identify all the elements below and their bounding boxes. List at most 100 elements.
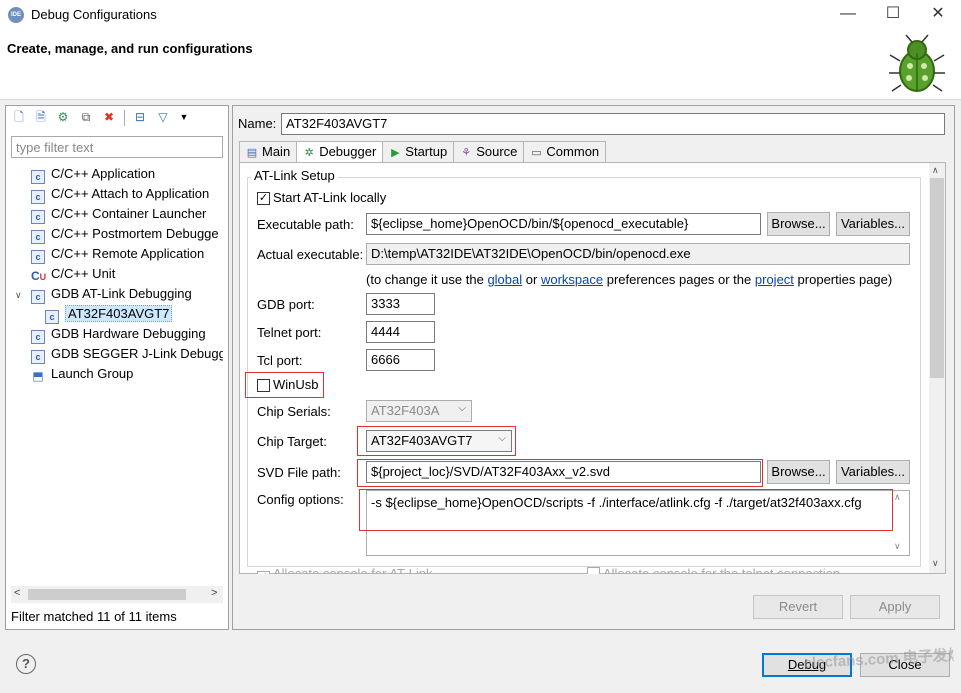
scroll-right-icon[interactable]: >: [211, 587, 217, 599]
chip-target-label: Chip Target:: [257, 434, 327, 449]
tab-main[interactable]: ▤ Main: [239, 141, 298, 162]
start-locally-checkbox[interactable]: ✓: [257, 192, 270, 205]
svd-path-input[interactable]: ${project_loc}/SVD/AT32F403Axx_v2.svd: [366, 461, 761, 483]
filter-icon[interactable]: ▽: [155, 109, 171, 125]
new-prototype-icon[interactable]: 🗎: [33, 109, 49, 125]
tree-item[interactable]: c GDB SEGGER J-Link Debuggir: [11, 344, 223, 364]
chip-target-select[interactable]: AT32F403AVGT7 ⌵: [366, 430, 512, 452]
common-icon: ▭: [531, 147, 542, 159]
view-menu-icon[interactable]: ▼: [176, 109, 192, 125]
tree-item[interactable]: ∨ c GDB AT-Link Debugging: [11, 284, 223, 304]
variables-exec-button[interactable]: Variables...: [836, 212, 910, 236]
config-options-value: -s ${eclipse_home}OpenOCD/scripts -f ./i…: [371, 495, 862, 510]
filter-input[interactable]: [11, 136, 223, 158]
c-icon: c: [31, 350, 45, 364]
chevron-down-icon: ⌵: [458, 403, 466, 414]
delete-icon[interactable]: ✖: [101, 109, 117, 125]
chevron-up-icon[interactable]: ∧: [894, 492, 901, 503]
svd-label: SVD File path:: [257, 465, 341, 480]
project-link[interactable]: project: [755, 272, 794, 287]
preferences-hint: (to change it use the global or workspac…: [366, 272, 893, 287]
tcl-port-input[interactable]: 6666: [366, 349, 435, 371]
tree-item[interactable]: c C/C++ Postmortem Debugge: [11, 224, 223, 244]
apply-button[interactable]: Apply: [850, 595, 940, 619]
source-icon: ⚘: [461, 147, 472, 159]
gdb-port-input[interactable]: 3333: [366, 293, 435, 315]
chevron-down-icon: ⌵: [498, 433, 506, 444]
tcl-port-label: Tcl port:: [257, 353, 303, 368]
tab-startup[interactable]: ▶ Startup: [382, 141, 455, 162]
c-icon: c: [31, 210, 45, 224]
actual-exec-label: Actual executable:: [257, 247, 364, 262]
new-config-icon[interactable]: 🗋: [11, 109, 27, 125]
window-title: Debug Configurations: [31, 7, 157, 22]
chip-serials-label: Chip Serials:: [257, 404, 331, 419]
main-icon: ▤: [246, 147, 258, 159]
workspace-link[interactable]: workspace: [541, 272, 603, 287]
debugger-icon: ✲: [304, 147, 314, 159]
duplicate-icon[interactable]: ⧉: [78, 109, 94, 125]
dialog-header-title: Create, manage, and run configurations: [7, 41, 253, 56]
scroll-up-icon[interactable]: ∧: [932, 165, 939, 176]
browse-svd-button[interactable]: Browse...: [767, 460, 830, 484]
winusb-label: WinUsb: [273, 377, 319, 392]
alloc-telnet-checkbox[interactable]: [587, 567, 600, 574]
tree-item-selected[interactable]: c AT32F403AVGT7: [11, 304, 223, 324]
clipped-options-row: ✓Allocate console for AT-Link Allocate c…: [257, 566, 877, 574]
startup-icon: ▶: [391, 147, 400, 159]
group-title: AT-Link Setup: [251, 168, 338, 183]
gdb-port-label: GDB port:: [257, 297, 315, 312]
winusb-checkbox[interactable]: [257, 379, 270, 392]
tree-item[interactable]: ⬒ Launch Group: [11, 364, 223, 384]
c-icon: c: [31, 290, 45, 304]
browse-exec-button[interactable]: Browse...: [767, 212, 830, 236]
actual-exec-value: D:\temp\AT32IDE\AT32IDE\OpenOCD/bin/open…: [366, 243, 910, 265]
tab-bar: ▤ Main ✲ Debugger ▶ Startup ⚘ Source ▭ Common: [239, 141, 607, 163]
exec-path-input[interactable]: ${eclipse_home}OpenOCD/bin/${openocd_exe…: [366, 213, 761, 235]
c-icon: c: [31, 330, 45, 344]
watermark: elecfans.com 电子发烧友: [803, 645, 955, 672]
help-icon[interactable]: ?: [16, 654, 36, 674]
chip-serials-select: AT32F403A ⌵: [366, 400, 472, 422]
chevron-down-icon[interactable]: ∨: [15, 285, 31, 305]
telnet-port-input[interactable]: 4444: [366, 321, 435, 343]
c-icon: c: [31, 250, 45, 264]
configuration-tree: c C/C++ Application c C/C++ Attach to Appl…: [11, 164, 223, 384]
start-locally-label: Start AT-Link locally: [273, 190, 387, 205]
tree-item[interactable]: c C/C++ Remote Application: [11, 244, 223, 264]
chevron-down-icon[interactable]: ∨: [894, 541, 901, 552]
launch-group-icon: ⬒: [32, 369, 44, 383]
scroll-left-icon[interactable]: <: [14, 587, 20, 599]
tree-item[interactable]: c C/C++ Application: [11, 164, 223, 184]
c-icon: c: [31, 170, 45, 184]
revert-button[interactable]: Revert: [753, 595, 843, 619]
name-label: Name:: [238, 116, 277, 131]
tree-item[interactable]: c GDB Hardware Debugging: [11, 324, 223, 344]
tree-item[interactable]: c C/C++ Attach to Application: [11, 184, 223, 204]
tab-source[interactable]: ⚘ Source: [453, 141, 525, 162]
c-icon: c: [31, 190, 45, 204]
scroll-down-icon[interactable]: ∨: [932, 558, 939, 569]
tree-item[interactable]: c C/C++ Container Launcher: [11, 204, 223, 224]
maximize-button[interactable]: ☐: [882, 4, 904, 26]
tab-debugger[interactable]: ✲ Debugger: [296, 141, 384, 163]
toolbar-separator: [124, 110, 125, 126]
close-window-button[interactable]: ✕: [927, 4, 949, 26]
tab-common[interactable]: ▭ Common: [523, 141, 607, 162]
config-options-label: Config options:: [257, 492, 344, 507]
vertical-scrollbar-thumb[interactable]: [930, 178, 944, 378]
tree-item[interactable]: CU C/C++ Unit: [11, 264, 223, 284]
minimize-button[interactable]: —: [837, 4, 859, 26]
collapse-all-icon[interactable]: ⊟: [132, 109, 148, 125]
variables-svd-button[interactable]: Variables...: [836, 460, 910, 484]
cu-icon: CU: [31, 269, 47, 283]
bug-icon: [889, 34, 945, 92]
alloc-console-checkbox[interactable]: ✓: [257, 571, 270, 574]
global-link[interactable]: global: [487, 272, 522, 287]
c-icon: c: [45, 310, 59, 324]
name-input[interactable]: AT32F403AVGT7: [281, 113, 945, 135]
telnet-port-label: Telnet port:: [257, 325, 322, 340]
scrollbar-thumb[interactable]: [28, 589, 186, 600]
exec-path-label: Executable path:: [257, 217, 354, 232]
export-icon[interactable]: ⚙: [55, 109, 71, 125]
